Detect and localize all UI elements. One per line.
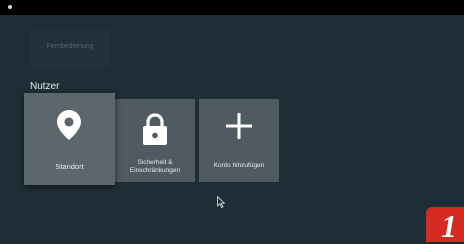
location-tile[interactable]: Standort: [24, 93, 115, 185]
location-pin-icon: [57, 110, 81, 140]
security-label: Sicherheit & Einschränkungen: [129, 159, 181, 174]
remote-control-label: Fernbedienung: [46, 43, 94, 50]
status-bar: [0, 0, 464, 15]
remote-control-tile[interactable]: Fernbedienung: [30, 30, 110, 68]
add-account-tile[interactable]: Konto hinzufügen: [199, 99, 279, 182]
plus-icon: [226, 113, 252, 139]
status-dot-icon: [8, 5, 12, 9]
mouse-cursor-icon: [217, 196, 225, 208]
lock-icon: [143, 113, 167, 145]
section-title: Nutzer: [30, 81, 60, 92]
add-account-label: Konto hinzufügen: [213, 162, 265, 169]
step-number-badge: 1: [426, 207, 464, 242]
settings-screen: Fernbedienung Nutzer Standort Sicherheit…: [0, 15, 464, 242]
step-number: 1: [441, 208, 457, 244]
security-restrictions-tile[interactable]: Sicherheit & Einschränkungen: [115, 99, 195, 182]
location-label: Standort: [55, 162, 84, 171]
